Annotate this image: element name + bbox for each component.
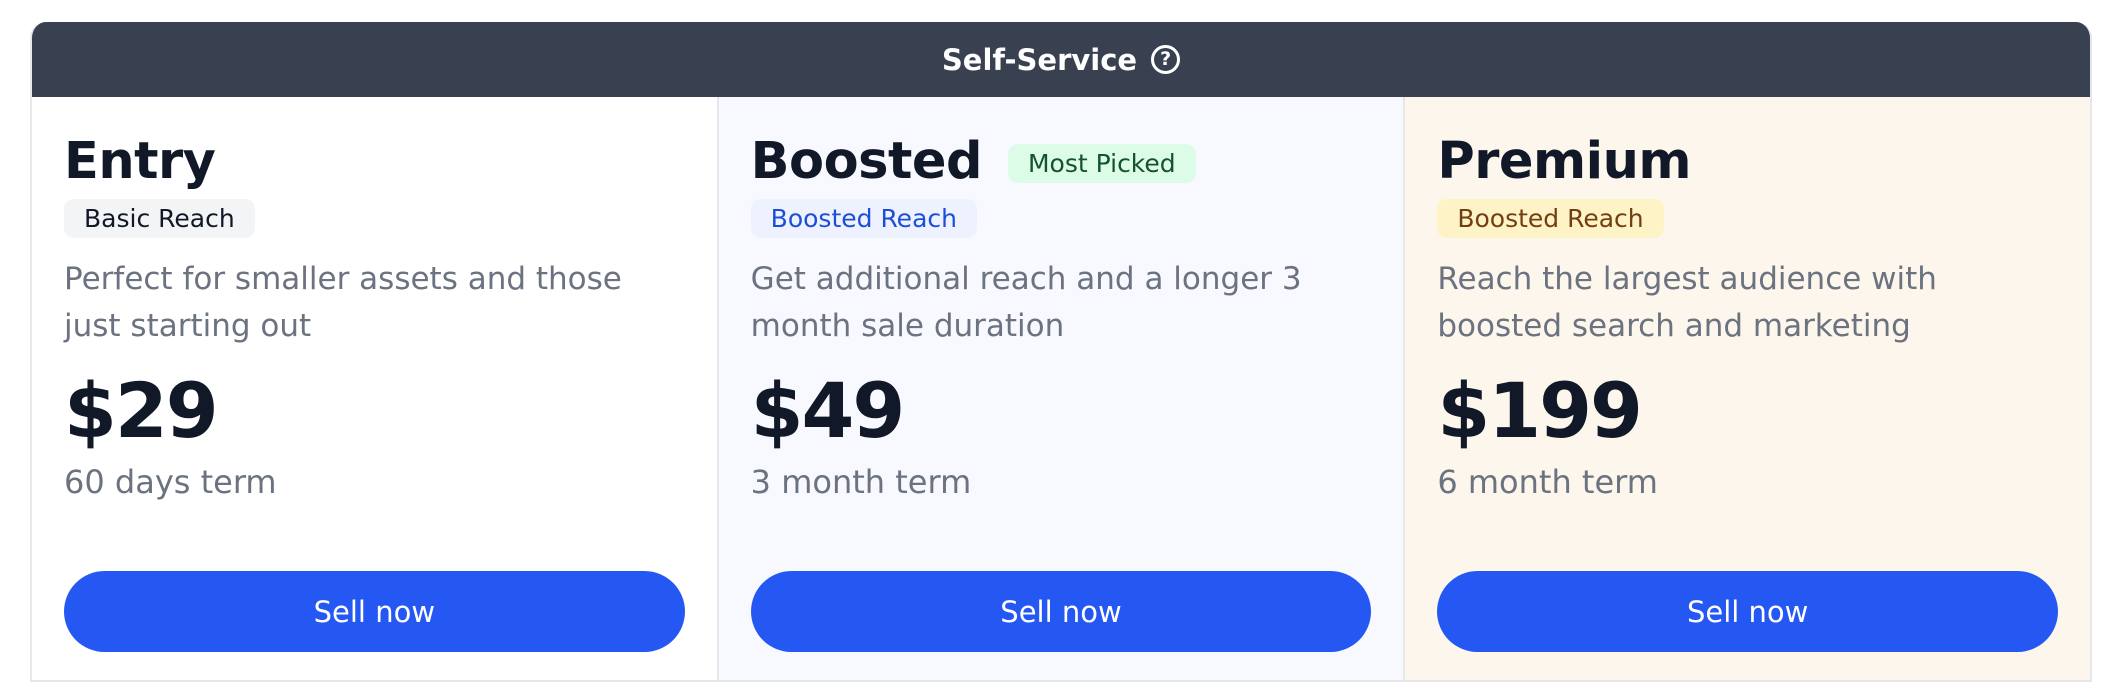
tier-title-row: Premium	[1437, 131, 2058, 191]
tier-term: 3 month term	[750, 463, 972, 501]
tier-name: Boosted	[750, 131, 983, 191]
tier-name: Premium	[1437, 131, 1692, 191]
tier-description: Perfect for smaller assets and those jus…	[64, 261, 622, 344]
tier-card-boosted: Boosted Most Picked Boosted Reach Get ad…	[718, 97, 1406, 680]
reach-badge: Basic Reach	[64, 199, 255, 238]
sell-now-button-boosted[interactable]: Sell now	[750, 571, 1372, 652]
tier-card-premium: Premium Boosted Reach Reach the largest …	[1405, 97, 2090, 680]
sell-now-button-entry[interactable]: Sell now	[64, 571, 685, 652]
reach-badge: Boosted Reach	[1437, 199, 1664, 238]
sell-now-button-premium[interactable]: Sell now	[1437, 571, 2059, 652]
panel-header: Self-Service ?	[32, 22, 2090, 97]
pricing-panel: Self-Service ? Entry Basic Reach Perfect…	[30, 22, 2092, 682]
reach-badge: Boosted Reach	[750, 199, 977, 238]
panel-title: Self-Service	[941, 42, 1138, 77]
tier-term: 6 month term	[1437, 463, 1658, 501]
most-picked-badge: Most Picked	[1007, 143, 1196, 183]
tier-list: Entry Basic Reach Perfect for smaller as…	[32, 97, 2090, 680]
tier-description: Reach the largest audience with boosted …	[1437, 261, 1937, 344]
tier-term: 60 days term	[64, 463, 277, 501]
tier-card-entry: Entry Basic Reach Perfect for smaller as…	[32, 97, 719, 680]
tier-price: $49	[750, 366, 906, 455]
tier-title-row: Entry	[64, 131, 685, 191]
tier-price: $29	[64, 366, 219, 455]
tier-name: Entry	[64, 131, 216, 191]
tier-description: Get additional reach and a longer 3 mont…	[750, 261, 1302, 344]
question-circle-icon[interactable]: ?	[1151, 45, 1181, 74]
tier-title-row: Boosted Most Picked	[751, 131, 1372, 191]
tier-price: $199	[1437, 366, 1643, 455]
